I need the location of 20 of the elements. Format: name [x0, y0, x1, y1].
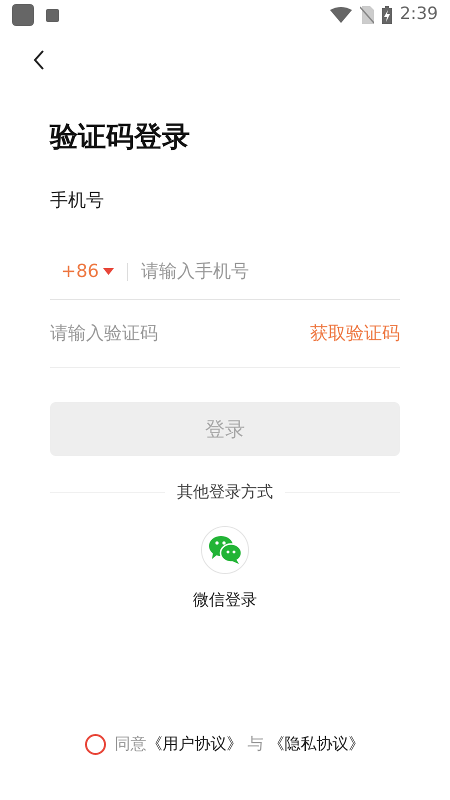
- chat-bubbles-icon: [208, 535, 242, 565]
- code-input[interactable]: 请输入验证码: [50, 320, 310, 347]
- agreement-text: 同意《用户协议》 与 《隐私协议》: [114, 733, 365, 755]
- battery-charging-icon: [382, 6, 392, 24]
- clock-time: 2:39: [400, 3, 438, 26]
- phone-input[interactable]: 请输入手机号: [133, 258, 400, 285]
- phone-label: 手机号: [50, 189, 104, 213]
- get-code-link[interactable]: 获取验证码: [310, 320, 400, 347]
- dropdown-caret-icon: [103, 268, 114, 275]
- other-login-heading: 其他登录方式: [177, 481, 273, 503]
- wifi-icon: [330, 7, 352, 23]
- country-code-selector[interactable]: +86: [50, 258, 122, 285]
- wechat-login-label: 微信登录: [193, 589, 257, 611]
- back-icon: [33, 50, 45, 70]
- keyboard-notification-icon: [46, 8, 59, 22]
- no-sim-icon: [360, 6, 374, 24]
- wechat-login-button[interactable]: 微信登录: [193, 526, 257, 612]
- agree-checkbox[interactable]: [85, 734, 106, 754]
- page-title: 验证码登录: [50, 119, 190, 155]
- app-notification-icon: [12, 4, 34, 26]
